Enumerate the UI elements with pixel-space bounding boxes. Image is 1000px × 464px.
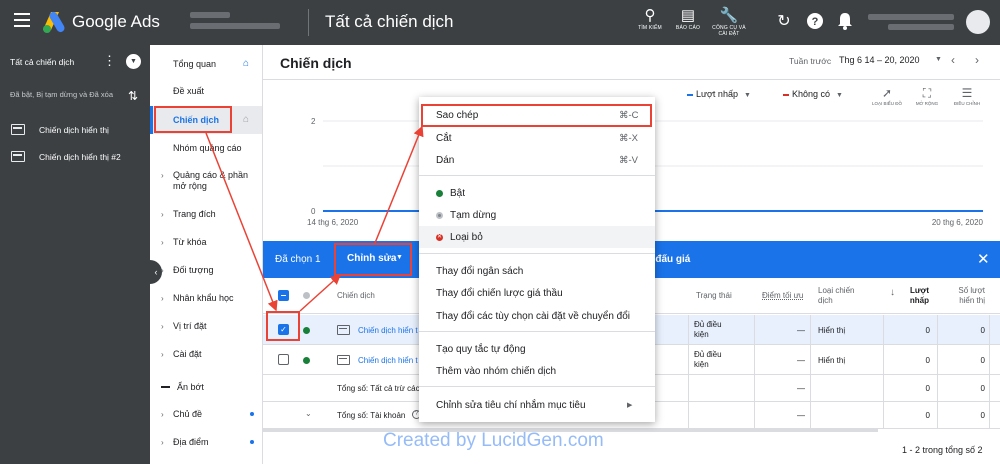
menu-item-enable[interactable]: Bật (419, 182, 655, 204)
selection-count: Đã chọn 1 (275, 254, 321, 265)
x-tick-label: 14 thg 6, 2020 (307, 218, 359, 227)
close-icon[interactable]: ✕ (977, 250, 990, 268)
display-campaign-icon (11, 151, 25, 162)
brand-name: Google Ads (72, 12, 160, 31)
edit-dropdown-menu: Sao chép ⌘-C Cắt ⌘-X Dán ⌘-V Bật Tạm dừn… (419, 97, 655, 422)
row-checkbox[interactable] (278, 354, 289, 365)
home-icon: ⌂ (243, 58, 250, 69)
menu-item-create-rule[interactable]: Tạo quy tắc tự động (419, 338, 655, 360)
annotation-box-copy (421, 104, 652, 127)
expand-arrow-icon: › (161, 350, 164, 359)
page-title: Tất cả chiến dịch (325, 12, 454, 31)
top-bar: Google Ads Tất cả chiến dịch ⚲ TÌM KIẾM … (0, 0, 1000, 45)
section-title: Chiến dịch (280, 55, 352, 71)
menu-item-edit-targeting[interactable]: Chỉnh sửa tiêu chí nhắm mục tiêu ▶ (419, 394, 655, 416)
menu-item-change-budget[interactable]: Thay đổi ngân sách (419, 260, 655, 282)
remove-icon: ✕ (436, 234, 443, 241)
menu-item-paste[interactable]: Dán ⌘-V (419, 149, 655, 171)
select-all-checkbox[interactable] (278, 290, 289, 301)
refresh-icon[interactable]: ↻ (774, 12, 794, 32)
chevron-right-icon[interactable]: › (975, 53, 979, 67)
new-badge-dot (250, 440, 254, 444)
expand-arrow-icon: › (161, 410, 164, 419)
status-filter[interactable]: Đã bật, Bị tạm dừng và Đã xóa (10, 90, 118, 100)
menu-item-change-conversion-settings[interactable]: Thay đổi các tùy chọn cài đặt về chuyển … (419, 305, 655, 327)
metric-selector-none[interactable]: Không có ▼ (783, 89, 843, 99)
submenu-arrow-icon: ▶ (627, 402, 633, 409)
caret-down-icon[interactable]: ▼ (935, 56, 942, 63)
expand-arrow-icon: › (161, 438, 164, 447)
metric-selector-clicks[interactable]: Lượt nhấp ▼ (687, 89, 751, 99)
tools-settings-tool[interactable]: 🔧 CÔNG CỤ VÀ CÀI ĐẶT (708, 7, 750, 37)
all-campaigns-link[interactable]: Tất cả chiến dịch (10, 57, 74, 67)
expand-arrow-icon: › (161, 238, 164, 247)
account-info[interactable] (190, 9, 298, 35)
x-tick-label: 20 thg 6, 2020 (932, 218, 984, 227)
annotation-box-edit (334, 243, 412, 276)
menu-icon[interactable] (14, 13, 30, 27)
notifications-icon[interactable] (835, 12, 855, 32)
chevron-down-icon[interactable]: ▼ (126, 54, 141, 69)
status-dot (303, 292, 310, 299)
google-ads-logo (43, 11, 65, 33)
sort-icon[interactable]: ⇅ (128, 89, 138, 103)
legend-swatch (783, 93, 789, 96)
menu-item-add-to-group[interactable]: Thêm vào nhóm chiến dịch (419, 360, 655, 382)
tools-icon: 🔧 (719, 7, 739, 24)
annotation-box-checkbox (266, 311, 300, 341)
sort-down-icon[interactable]: ↓ (890, 288, 895, 298)
status-dot (303, 357, 310, 364)
expand-arrow-icon: › (161, 294, 164, 303)
y-tick-label: 0 (311, 207, 316, 216)
caret-down-icon: ▼ (836, 92, 843, 99)
menu-item-change-bid-strategy[interactable]: Thay đổi chiến lược giá thầu (419, 282, 655, 304)
legend-swatch (687, 93, 693, 96)
display-campaign-icon (337, 355, 350, 365)
expand-arrow-icon: › (161, 171, 164, 180)
paused-dot-icon (436, 212, 443, 219)
caret-down-icon: ▼ (743, 92, 751, 99)
reports-icon: ▤ (680, 7, 696, 24)
y-tick-label: 2 (311, 117, 316, 126)
search-tool[interactable]: ⚲ TÌM KIẾM (629, 7, 671, 31)
watermark: Created by LucidGen.com (383, 430, 604, 451)
display-campaign-icon (337, 325, 350, 335)
help-icon[interactable]: ? (805, 12, 825, 32)
chart-type-button[interactable]: ➚ LOẠI BIỂU ĐỒ (867, 85, 907, 106)
svg-text:?: ? (812, 16, 819, 28)
tree-campaign-item[interactable]: Chiến dịch hiển thị (11, 122, 146, 138)
expand-arrow-icon: › (161, 322, 164, 331)
annotation-box-campaigns (154, 106, 232, 133)
menu-item-remove[interactable]: ✕ Loại bỏ (419, 226, 655, 248)
adjust-icon: ☰ (961, 86, 973, 100)
pagination-count: 1 - 2 trong tổng số 2 (902, 445, 983, 455)
account-email[interactable] (868, 12, 958, 32)
chevron-down-icon[interactable]: ⌄ (305, 409, 312, 419)
display-campaign-icon (11, 124, 25, 135)
enabled-dot-icon (436, 190, 443, 197)
minus-icon (161, 386, 170, 388)
menu-item-cut[interactable]: Cắt ⌘-X (419, 127, 655, 149)
chevron-left-icon[interactable]: ‹ (951, 53, 955, 67)
chart-type-icon: ➚ (881, 86, 893, 100)
reports-tool[interactable]: ▤ BÁO CÁO (667, 7, 709, 31)
adjust-button[interactable]: ☰ ĐIỀU CHỈNH (947, 85, 987, 106)
status-dot (303, 327, 310, 334)
expand-button[interactable]: ⛶ MỞ RỘNG (907, 85, 947, 106)
more-options-icon[interactable]: ⋮ (103, 53, 116, 69)
home-icon: ⌂ (243, 114, 250, 125)
expand-icon: ⛶ (922, 86, 932, 100)
date-range-picker[interactable]: Thg 6 14 – 20, 2020 (839, 55, 920, 65)
expand-arrow-icon: › (161, 210, 164, 219)
search-icon: ⚲ (644, 7, 656, 24)
new-badge-dot (250, 412, 254, 416)
campaign-tree-panel: Tất cả chiến dịch ⋮ ▼ Đã bật, Bị tạm dừn… (0, 45, 150, 464)
menu-item-pause[interactable]: Tạm dừng (419, 204, 655, 226)
avatar[interactable] (966, 10, 990, 34)
date-range-label: Tuần trước (789, 56, 832, 66)
tree-campaign-item[interactable]: Chiến dịch hiển thị #2 (11, 149, 146, 165)
